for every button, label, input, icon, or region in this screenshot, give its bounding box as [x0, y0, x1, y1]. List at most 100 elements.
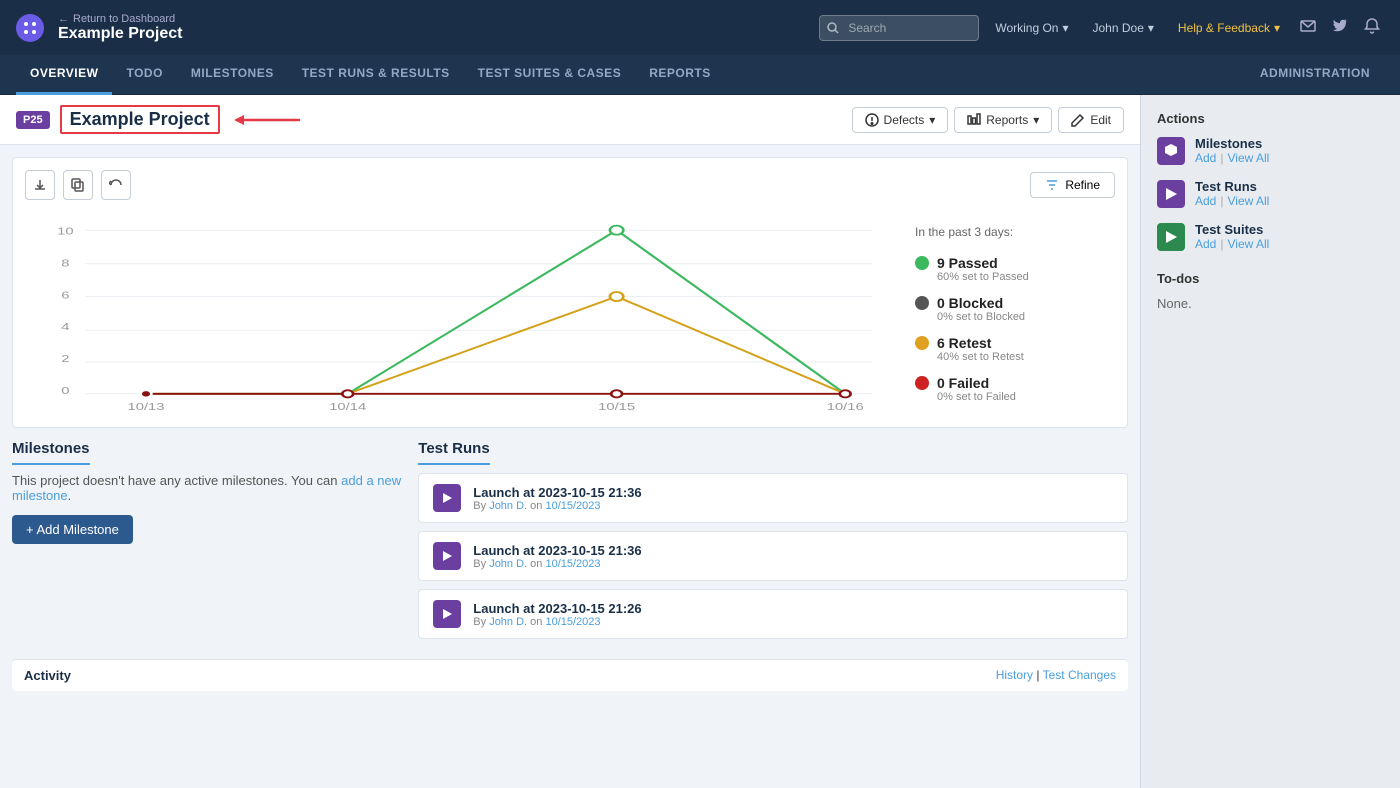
test-suites-add-link[interactable]: Add: [1195, 237, 1216, 251]
test-runs-action: Test Runs Add | View All: [1157, 179, 1384, 208]
search-input[interactable]: [819, 15, 979, 41]
project-title-area: ← Return to Dashboard Example Project: [58, 13, 819, 43]
legend-passed-sub: 60% set to Passed: [937, 271, 1029, 283]
sidebar-todos-section: To-dos None.: [1157, 271, 1384, 311]
chevron-down-icon: ▾: [929, 113, 935, 127]
run-sub-1: By John D. on 10/15/2023: [473, 558, 641, 570]
legend-retest-info: 6 Retest 40% set to Retest: [937, 335, 1024, 363]
project-header-bar: P25 Example Project Defects ▾ Reports ▾: [0, 95, 1140, 145]
run-icon-0: [433, 484, 461, 512]
activity-history-links: History | Test Changes: [996, 668, 1116, 682]
svg-text:10/16: 10/16: [827, 401, 864, 412]
app-logo: [16, 14, 44, 42]
top-project-name: Example Project: [58, 25, 819, 43]
svg-text:2: 2: [61, 353, 69, 364]
milestones-view-all-link[interactable]: View All: [1227, 151, 1269, 165]
edit-button[interactable]: Edit: [1058, 107, 1124, 133]
svg-text:10/14: 10/14: [329, 401, 366, 412]
chevron-down-icon: ▾: [1033, 113, 1039, 127]
svg-text:4: 4: [61, 321, 69, 332]
lower-content: Milestones This project doesn't have any…: [0, 440, 1140, 659]
legend-failed-sub: 0% set to Failed: [937, 391, 1016, 403]
test-run-item: Launch at 2023-10-15 21:26 By John D. on…: [418, 589, 1128, 639]
actions-title: Actions: [1157, 111, 1384, 126]
nav-test-suites-cases[interactable]: TEST SUITES & CASES: [464, 55, 636, 95]
test-runs-sidebar-icon: [1157, 180, 1185, 208]
nav-test-runs-results[interactable]: TEST RUNS & RESULTS: [288, 55, 464, 95]
twitter-icon-button[interactable]: [1328, 14, 1352, 41]
notifications-icon-button[interactable]: [1360, 14, 1384, 41]
run-date-link-0[interactable]: 10/15/2023: [545, 500, 600, 512]
copy-button[interactable]: [63, 170, 93, 200]
secondary-navigation: OVERVIEW TODO MILESTONES TEST RUNS & RES…: [0, 55, 1400, 95]
main-layout: P25 Example Project Defects ▾ Reports ▾: [0, 95, 1400, 788]
run-date-link-2[interactable]: 10/15/2023: [545, 616, 600, 628]
retest-dot: [915, 336, 929, 350]
line-chart: 10 8 6 4 2 0 10/13: [25, 212, 899, 412]
svg-text:10: 10: [57, 226, 73, 237]
activity-section: Activity History | Test Changes: [12, 659, 1128, 691]
reports-button[interactable]: Reports ▾: [954, 107, 1052, 133]
legend-failed: 0 Failed 0% set to Failed: [915, 375, 1115, 403]
milestones-add-link[interactable]: Add: [1195, 151, 1216, 165]
blocked-dot: [915, 296, 929, 310]
run-info-0: Launch at 2023-10-15 21:36 By John D. on…: [473, 485, 641, 512]
run-user-link-1[interactable]: John D.: [489, 558, 527, 570]
working-on-button[interactable]: Working On ▾: [987, 17, 1076, 39]
milestones-action-name: Milestones: [1195, 136, 1269, 151]
test-runs-action-info: Test Runs Add | View All: [1195, 179, 1269, 208]
test-suites-sidebar-icon: [1157, 223, 1185, 251]
nav-overview[interactable]: OVERVIEW: [16, 55, 112, 95]
chart-legend: In the past 3 days: 9 Passed 60% set to …: [915, 212, 1115, 415]
milestones-action-info: Milestones Add | View All: [1195, 136, 1269, 165]
todos-title: To-dos: [1157, 271, 1384, 286]
refine-button[interactable]: Refine: [1030, 172, 1115, 198]
test-suites-view-all-link[interactable]: View All: [1227, 237, 1269, 251]
run-title-2: Launch at 2023-10-15 21:26: [473, 601, 641, 616]
legend-period: In the past 3 days:: [915, 225, 1115, 239]
milestones-action-links: Add | View All: [1195, 151, 1269, 165]
test-runs-section: Test Runs Launch at 2023-10-15 21:36 By …: [418, 440, 1128, 647]
chart-section: Refine 10 8 6 4 2 0: [12, 157, 1128, 428]
help-feedback-button[interactable]: Help & Feedback ▾: [1170, 17, 1288, 39]
run-title-0: Launch at 2023-10-15 21:36: [473, 485, 641, 500]
legend-retest-sub: 40% set to Retest: [937, 351, 1024, 363]
run-user-link-0[interactable]: John D.: [489, 500, 527, 512]
legend-passed: 9 Passed 60% set to Passed: [915, 255, 1115, 283]
svg-text:10/13: 10/13: [128, 401, 165, 412]
legend-retest-title: 6 Retest: [937, 335, 1024, 351]
milestones-sidebar-icon: [1157, 137, 1185, 165]
legend-failed-info: 0 Failed 0% set to Failed: [937, 375, 1016, 403]
top-navigation: ← Return to Dashboard Example Project Wo…: [0, 0, 1400, 55]
legend-retest: 6 Retest 40% set to Retest: [915, 335, 1115, 363]
test-suites-action: Test Suites Add | View All: [1157, 222, 1384, 251]
legend-passed-info: 9 Passed 60% set to Passed: [937, 255, 1029, 283]
run-icon-2: [433, 600, 461, 628]
svg-text:0: 0: [61, 385, 69, 396]
nav-administration[interactable]: ADMINISTRATION: [1246, 55, 1384, 95]
test-runs-view-all-link[interactable]: View All: [1227, 194, 1269, 208]
mail-icon-button[interactable]: [1296, 14, 1320, 41]
add-milestone-button[interactable]: + Add Milestone: [12, 515, 133, 544]
passed-dot: [915, 256, 929, 270]
back-to-dashboard[interactable]: ← Return to Dashboard: [58, 13, 819, 25]
run-date-link-1[interactable]: 10/15/2023: [545, 558, 600, 570]
chevron-down-icon: ▾: [1062, 21, 1068, 35]
failed-dot: [915, 376, 929, 390]
nav-milestones[interactable]: MILESTONES: [177, 55, 288, 95]
test-changes-link[interactable]: Test Changes: [1043, 668, 1116, 682]
run-sub-2: By John D. on 10/15/2023: [473, 616, 641, 628]
milestones-title: Milestones: [12, 440, 90, 465]
chart-canvas: 10 8 6 4 2 0 10/13: [25, 212, 899, 415]
download-button[interactable]: [25, 170, 55, 200]
reset-button[interactable]: [101, 170, 131, 200]
user-menu-button[interactable]: John Doe ▾: [1085, 17, 1162, 39]
history-link[interactable]: History: [996, 668, 1033, 682]
defects-button[interactable]: Defects ▾: [852, 107, 949, 133]
run-user-link-2[interactable]: John D.: [489, 616, 527, 628]
nav-todo[interactable]: TODO: [112, 55, 176, 95]
milestones-section: Milestones This project doesn't have any…: [12, 440, 406, 647]
test-runs-add-link[interactable]: Add: [1195, 194, 1216, 208]
nav-reports[interactable]: REPORTS: [635, 55, 725, 95]
run-icon-1: [433, 542, 461, 570]
